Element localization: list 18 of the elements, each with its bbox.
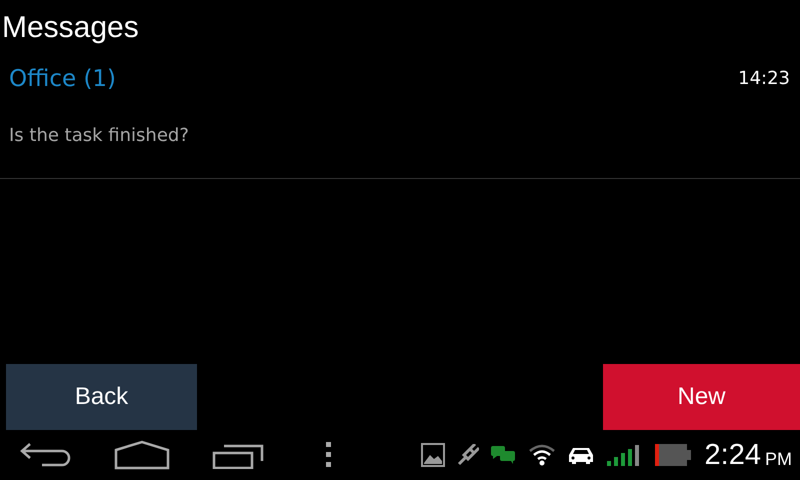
contact-name: Office (1) [9,65,118,94]
overflow-menu-icon[interactable] [326,442,332,468]
message-time: 14:23 [738,67,790,91]
image-icon [420,443,445,467]
clock-time: 2:24 [704,438,761,472]
back-icon[interactable] [20,442,72,468]
car-icon [566,445,595,465]
wifi-icon [528,444,555,466]
new-button[interactable]: New [603,364,800,430]
screen-title: Messages [1,10,140,46]
home-icon[interactable] [114,440,170,470]
back-button[interactable]: Back [6,364,197,430]
clock-period: PM [765,448,792,470]
message-preview: Is the task finished? [9,124,190,148]
usb-plug-icon [456,444,479,466]
battery-icon [654,443,691,467]
conversation-item[interactable]: Office (1) 14:23 Is the task finished? [0,58,800,179]
chat-icon [490,445,517,465]
